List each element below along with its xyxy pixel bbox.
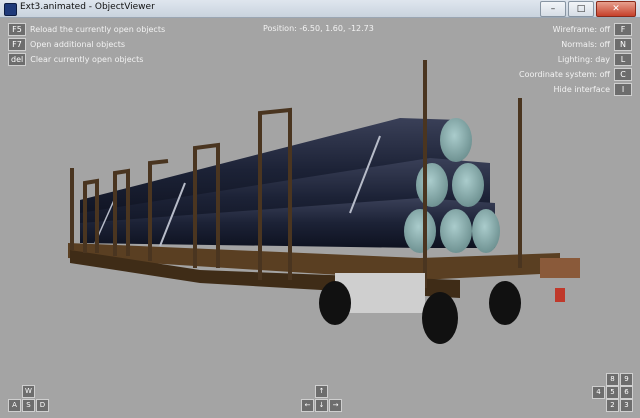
command-clear[interactable]: del Clear currently open objects — [8, 52, 165, 67]
right-command-list: Wireframe: off F Normals: off N Lighting… — [519, 22, 632, 97]
arrow-up-key[interactable]: ↑ — [315, 385, 328, 398]
command-open-additional[interactable]: F7 Open additional objects — [8, 37, 165, 52]
pipe-end — [440, 118, 472, 162]
window-controls: – □ ✕ — [540, 1, 636, 17]
camera-position-readout: Position: -6.50, 1.60, -12.73 — [263, 24, 374, 33]
minimize-button[interactable]: – — [540, 1, 566, 17]
coupler-tip — [555, 288, 565, 302]
numpad-3-key[interactable]: 3 — [620, 399, 633, 412]
command-label: Open additional objects — [30, 40, 126, 49]
wheel — [489, 281, 521, 325]
arrow-down-key[interactable]: ↓ — [315, 399, 328, 412]
key-f[interactable]: F — [614, 23, 632, 36]
numpad-2-key[interactable]: 2 — [606, 399, 619, 412]
pipe-end — [472, 209, 500, 253]
key-c[interactable]: C — [614, 68, 632, 81]
window-title: Ext3.animated - ObjectViewer — [20, 2, 155, 12]
pipe-end — [440, 209, 472, 253]
command-coordinate-system[interactable]: Coordinate system: off C — [519, 67, 632, 82]
wheel — [319, 281, 351, 325]
command-wireframe[interactable]: Wireframe: off F — [519, 22, 632, 37]
command-label: Clear currently open objects — [30, 55, 144, 64]
arrow-right-key[interactable]: → — [329, 399, 342, 412]
objectviewer-window: Ext3.animated - ObjectViewer – □ ✕ F5 Re… — [0, 0, 640, 418]
key-f7[interactable]: F7 — [8, 38, 26, 51]
coupler — [540, 258, 580, 278]
numpad-9-key[interactable]: 9 — [620, 373, 633, 386]
key-l[interactable]: L — [614, 53, 632, 66]
key-n[interactable]: N — [614, 38, 632, 51]
numpad-4-key[interactable]: 4 — [592, 386, 605, 399]
app-icon — [4, 3, 17, 16]
command-label: Hide interface — [553, 85, 610, 94]
key-a[interactable]: A — [8, 399, 21, 412]
key-f5[interactable]: F5 — [8, 23, 26, 36]
command-reload[interactable]: F5 Reload the currently open objects — [8, 22, 165, 37]
pipe-end — [452, 163, 484, 207]
command-label: Reload the currently open objects — [30, 25, 166, 34]
left-command-list: F5 Reload the currently open objects F7 … — [8, 22, 165, 67]
pipe-end — [416, 163, 448, 207]
command-label: Wireframe: off — [552, 25, 610, 34]
key-del[interactable]: del — [8, 53, 27, 66]
3d-viewport[interactable]: F5 Reload the currently open objects F7 … — [0, 18, 640, 418]
command-label: Coordinate system: off — [519, 70, 610, 79]
key-d[interactable]: D — [36, 399, 49, 412]
key-w[interactable]: W — [22, 385, 35, 398]
close-button[interactable]: ✕ — [596, 1, 636, 17]
pipe-end — [404, 209, 436, 253]
title-bar[interactable]: Ext3.animated - ObjectViewer – □ ✕ — [0, 0, 640, 18]
key-s[interactable]: S — [22, 399, 35, 412]
wheel — [422, 292, 458, 344]
command-normals[interactable]: Normals: off N — [519, 37, 632, 52]
numpad-5-key[interactable]: 5 — [606, 386, 619, 399]
maximize-button[interactable]: □ — [568, 1, 594, 17]
numpad-6-key[interactable]: 6 — [620, 386, 633, 399]
command-label: Lighting: day — [557, 55, 610, 64]
command-label: Normals: off — [561, 40, 610, 49]
arrow-left-key[interactable]: ← — [301, 399, 314, 412]
command-hide-interface[interactable]: Hide interface I — [519, 82, 632, 97]
numpad-8-key[interactable]: 8 — [606, 373, 619, 386]
command-lighting[interactable]: Lighting: day L — [519, 52, 632, 67]
key-i[interactable]: I — [614, 83, 632, 96]
